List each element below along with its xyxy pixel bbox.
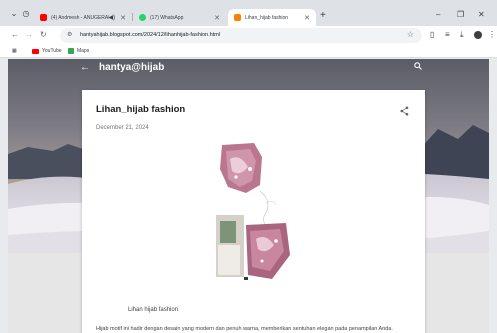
bookmark-youtube[interactable]: YouTube: [32, 48, 62, 54]
web-page: ← hantya@hijab Lihan_hijab fashion Decem…: [8, 59, 489, 333]
post-date: December 21, 2024: [96, 125, 149, 131]
tab-title: (17) WhatsApp: [150, 14, 184, 21]
site-info-icon[interactable]: ⚙: [67, 31, 72, 38]
forward-button[interactable]: →: [25, 30, 33, 40]
search-icon[interactable]: [414, 62, 422, 72]
tab-title: Lihan_hijab fashion: [245, 14, 289, 21]
tab-search-chevron-icon[interactable]: ⌄: [8, 8, 20, 20]
close-tab-icon[interactable]: ✕: [214, 14, 220, 22]
tab-strip: ⌄ ◷ (4) Andmesh - ANUGERAH ◀) ✕ (17) Wha…: [0, 0, 497, 26]
close-window-icon[interactable]: ✕: [478, 10, 485, 19]
maps-icon: [68, 48, 74, 54]
reading-list-icon[interactable]: ▯: [430, 30, 434, 40]
image-caption: Lihan hijab fashion: [128, 307, 179, 313]
menu-icon[interactable]: ⋮: [488, 30, 496, 40]
browser-toolbar: ← → ↻ ⚙ hantyahijab.blogspot.com/2024/12…: [0, 26, 497, 45]
post-excerpt: Hijab motif ini hadir dengan desain yang…: [96, 326, 393, 332]
close-tab-icon[interactable]: ✕: [304, 14, 310, 22]
bookmark-maps[interactable]: Maps: [68, 48, 89, 54]
youtube-favicon-icon: [40, 14, 47, 21]
new-tab-button[interactable]: +: [320, 11, 326, 21]
whatsapp-favicon-icon: [139, 14, 146, 21]
tab-lihan-hijab-active[interactable]: Lihan_hijab fashion ✕: [228, 9, 316, 26]
share-icon[interactable]: [400, 103, 409, 121]
post-card: Lihan_hijab fashion December 21, 2024 Li…: [82, 90, 425, 333]
address-url[interactable]: hantyahijab.blogspot.com/2024/12/lihanhi…: [80, 32, 220, 38]
hijab-product-image[interactable]: [216, 141, 290, 283]
youtube-icon: [32, 48, 39, 54]
close-tab-icon[interactable]: ✕: [120, 14, 126, 22]
bookmark-label: YouTube: [42, 48, 62, 54]
back-button[interactable]: ←: [11, 30, 19, 40]
tab-whatsapp[interactable]: (17) WhatsApp ✕: [133, 9, 226, 26]
bookmarks-bar: ▦ YouTube Maps: [0, 45, 497, 58]
extensions-icon[interactable]: ≡: [445, 30, 450, 40]
restore-icon[interactable]: ❐: [457, 10, 464, 19]
profile-avatar[interactable]: [474, 31, 482, 39]
tab-title: (4) Andmesh - ANUGERAH: [51, 14, 109, 21]
star-icon[interactable]: ☆: [407, 30, 414, 39]
bookmark-label: Maps: [77, 48, 90, 54]
minimize-icon[interactable]: –: [436, 10, 440, 19]
apps-grid-icon[interactable]: ▦: [12, 48, 17, 54]
blog-header: ← hantya@hijab: [8, 59, 489, 79]
address-bar[interactable]: ⚙ hantyahijab.blogspot.com/2024/12/lihan…: [60, 28, 422, 43]
download-icon[interactable]: ⤓: [460, 30, 464, 40]
tab-group-icon[interactable]: ◷: [20, 8, 32, 20]
reload-button[interactable]: ↻: [40, 30, 47, 40]
tab-andmesh[interactable]: (4) Andmesh - ANUGERAH ◀) ✕: [34, 9, 132, 26]
back-arrow-icon[interactable]: ←: [80, 62, 90, 73]
blog-name[interactable]: hantya@hijab: [99, 62, 164, 73]
blogger-favicon-icon: [234, 14, 241, 21]
audio-icon[interactable]: ◀): [109, 14, 116, 21]
post-title: Lihan_hijab fashion: [96, 104, 186, 115]
